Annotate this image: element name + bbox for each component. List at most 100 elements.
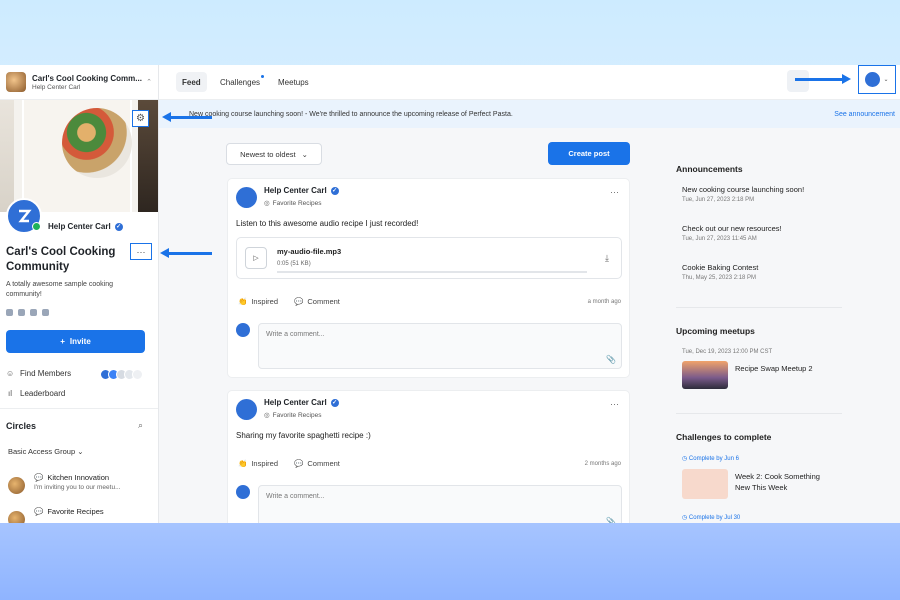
host-avatar[interactable] [6, 198, 42, 234]
leaderboard-link[interactable]: ıl Leaderboard [6, 389, 65, 398]
inspired-button[interactable]: 👏 Inspired [238, 459, 278, 468]
food-bowl-image [62, 108, 132, 178]
post-author[interactable]: Help Center Carl ✓ [264, 186, 339, 195]
play-icon: ▷ [253, 255, 259, 262]
post-author[interactable]: Help Center Carl ✓ [264, 398, 339, 407]
instagram-icon[interactable] [6, 309, 13, 316]
post-circle-label: Favorite Recipes [272, 411, 322, 419]
account-name: Help Center Carl [32, 83, 81, 91]
paperclip-icon[interactable]: 📎 [606, 517, 616, 523]
divider [676, 413, 842, 414]
announcement-item[interactable]: Cookie Baking Contest Thu, May 25, 2023 … [682, 263, 758, 281]
group-select-label: Basic Access Group [8, 447, 76, 456]
post-body: Sharing my favorite spaghetti recipe :) [236, 431, 371, 440]
host-name[interactable]: Help Center Carl ✓ [48, 222, 123, 231]
download-icon[interactable]: ⤓ [605, 253, 609, 264]
comment-button[interactable]: 💬 Comment [294, 459, 340, 468]
audio-file-meta: 0:05 (51 KB) [277, 261, 311, 267]
chat-icon: 💬 [34, 507, 44, 516]
announcement-date: Thu, May 25, 2023 2:18 PM [682, 275, 757, 281]
online-status-dot [32, 222, 41, 231]
youtube-icon[interactable] [30, 309, 37, 316]
announcement-item[interactable]: New cooking course launching soon! Tue, … [682, 185, 804, 203]
challenge-image[interactable] [682, 469, 728, 499]
create-post-button[interactable]: Create post [548, 142, 630, 165]
more-horizontal-icon[interactable]: ··· [610, 399, 619, 409]
post-circle[interactable]: ◎ Favorite Recipes [264, 199, 321, 208]
chevron-up-icon: ⌃ [146, 79, 152, 86]
verified-icon: ✓ [330, 186, 339, 195]
pointer-arrow-more [160, 248, 212, 258]
reaction-bar: 👏 Inspired 💬 Comment [238, 297, 340, 306]
find-members-label: Find Members [20, 369, 72, 378]
comment-label: Comment [307, 459, 340, 468]
tiktok-icon[interactable] [18, 309, 25, 316]
toolbar-button[interactable] [787, 70, 809, 92]
find-members-link[interactable]: ☺ Find Members [6, 369, 71, 378]
invite-button[interactable]: + Invite [6, 330, 145, 353]
community-name-short: Carl's Cool Cooking Comm... [32, 73, 142, 83]
announcement-item[interactable]: Check out our new resources! Tue, Jun 27… [682, 224, 782, 242]
announcement-title: New cooking course launching soon! [682, 185, 805, 194]
sort-dropdown[interactable]: Newest to oldest ⌄ [226, 143, 322, 165]
challenge-title[interactable]: Week 2: Cook Something New This Week [735, 471, 835, 493]
play-button[interactable]: ▷ [245, 247, 267, 269]
announcements-heading: Announcements [676, 164, 743, 174]
group-select[interactable]: Basic Access Group ⌄ [8, 447, 84, 456]
member-avatars[interactable] [100, 369, 143, 380]
post-body: Listen to this awesome audio recipe I ju… [236, 219, 419, 228]
post-card: Help Center Carl ✓ ◎ Favorite Recipes ··… [227, 178, 630, 378]
comment-input[interactable]: Write a comment... [258, 323, 622, 369]
chevron-down-icon: ⌄ [883, 77, 889, 83]
clap-icon: 👏 [238, 459, 248, 468]
author-avatar[interactable] [236, 187, 257, 208]
chevron-down-icon: ⌄ [77, 447, 84, 456]
verified-icon: ✓ [330, 398, 339, 407]
search-icon[interactable]: ⌕ [138, 420, 143, 431]
challenges-heading: Challenges to complete [676, 432, 772, 442]
pointer-arrow-settings [162, 112, 212, 122]
community-more-button[interactable]: ··· [130, 243, 152, 260]
circle-item[interactable]: 💬 Kitchen Innovation I'm inviting you to … [8, 473, 153, 497]
leaderboard-label: Leaderboard [20, 389, 66, 398]
clap-icon: 👏 [238, 297, 248, 306]
comment-button[interactable]: 💬 Comment [294, 297, 340, 306]
circle-icon: ◎ [264, 200, 270, 207]
circle-item[interactable]: 💬 Favorite Recipes [8, 507, 153, 523]
challenge-due: ◷ Complete by Jun 6 [682, 455, 739, 462]
reaction-bar: 👏 Inspired 💬 Comment [238, 459, 340, 468]
chevron-down-icon: ⌄ [301, 149, 308, 159]
pointer-arrow-profile [795, 74, 851, 84]
post-author-label: Help Center Carl [264, 398, 327, 407]
tab-meetups[interactable]: Meetups [272, 72, 315, 92]
more-horizontal-icon[interactable]: ··· [610, 187, 619, 197]
challenge-due-label: Complete by Jun 6 [688, 456, 739, 462]
community-switcher[interactable]: Carl's Cool Cooking Comm... Help Center … [0, 65, 158, 100]
author-avatar[interactable] [236, 399, 257, 420]
audio-progress[interactable] [277, 271, 587, 273]
tab-feed[interactable]: Feed [176, 72, 207, 92]
twitter-icon[interactable] [42, 309, 49, 316]
meetup-image[interactable] [682, 361, 728, 389]
community-app: Carl's Cool Cooking Comm... Help Center … [0, 65, 900, 523]
tab-challenges[interactable]: Challenges [214, 72, 266, 92]
meetup-title[interactable]: Recipe Swap Meetup 2 [735, 364, 813, 373]
community-settings-button[interactable]: ⚙ [132, 110, 149, 127]
post-circle[interactable]: ◎ Favorite Recipes [264, 411, 322, 420]
comment-icon: 💬 [294, 297, 304, 306]
paperclip-icon[interactable]: 📎 [606, 355, 616, 364]
comment-icon: 💬 [294, 459, 304, 468]
inspired-button[interactable]: 👏 Inspired [238, 297, 278, 306]
sort-label: Newest to oldest [240, 149, 296, 159]
feed: Newest to oldest ⌄ Create post Help Cent… [159, 128, 900, 523]
comment-input[interactable]: Write a comment... [258, 485, 622, 523]
inspired-label: Inspired [251, 459, 279, 468]
comment-label: Comment [307, 297, 340, 306]
community-description: A totally awesome sample cooking communi… [6, 281, 113, 298]
profile-menu-button[interactable]: ⌄ [858, 65, 896, 94]
bar-chart-icon: ıl [8, 389, 12, 398]
see-announcement-link[interactable]: See announcement [834, 111, 895, 118]
announcement-banner: New cooking course launching soon! - We'… [159, 100, 900, 128]
post-author-label: Help Center Carl [264, 186, 327, 195]
circle-title: Kitchen Innovation [47, 473, 110, 482]
